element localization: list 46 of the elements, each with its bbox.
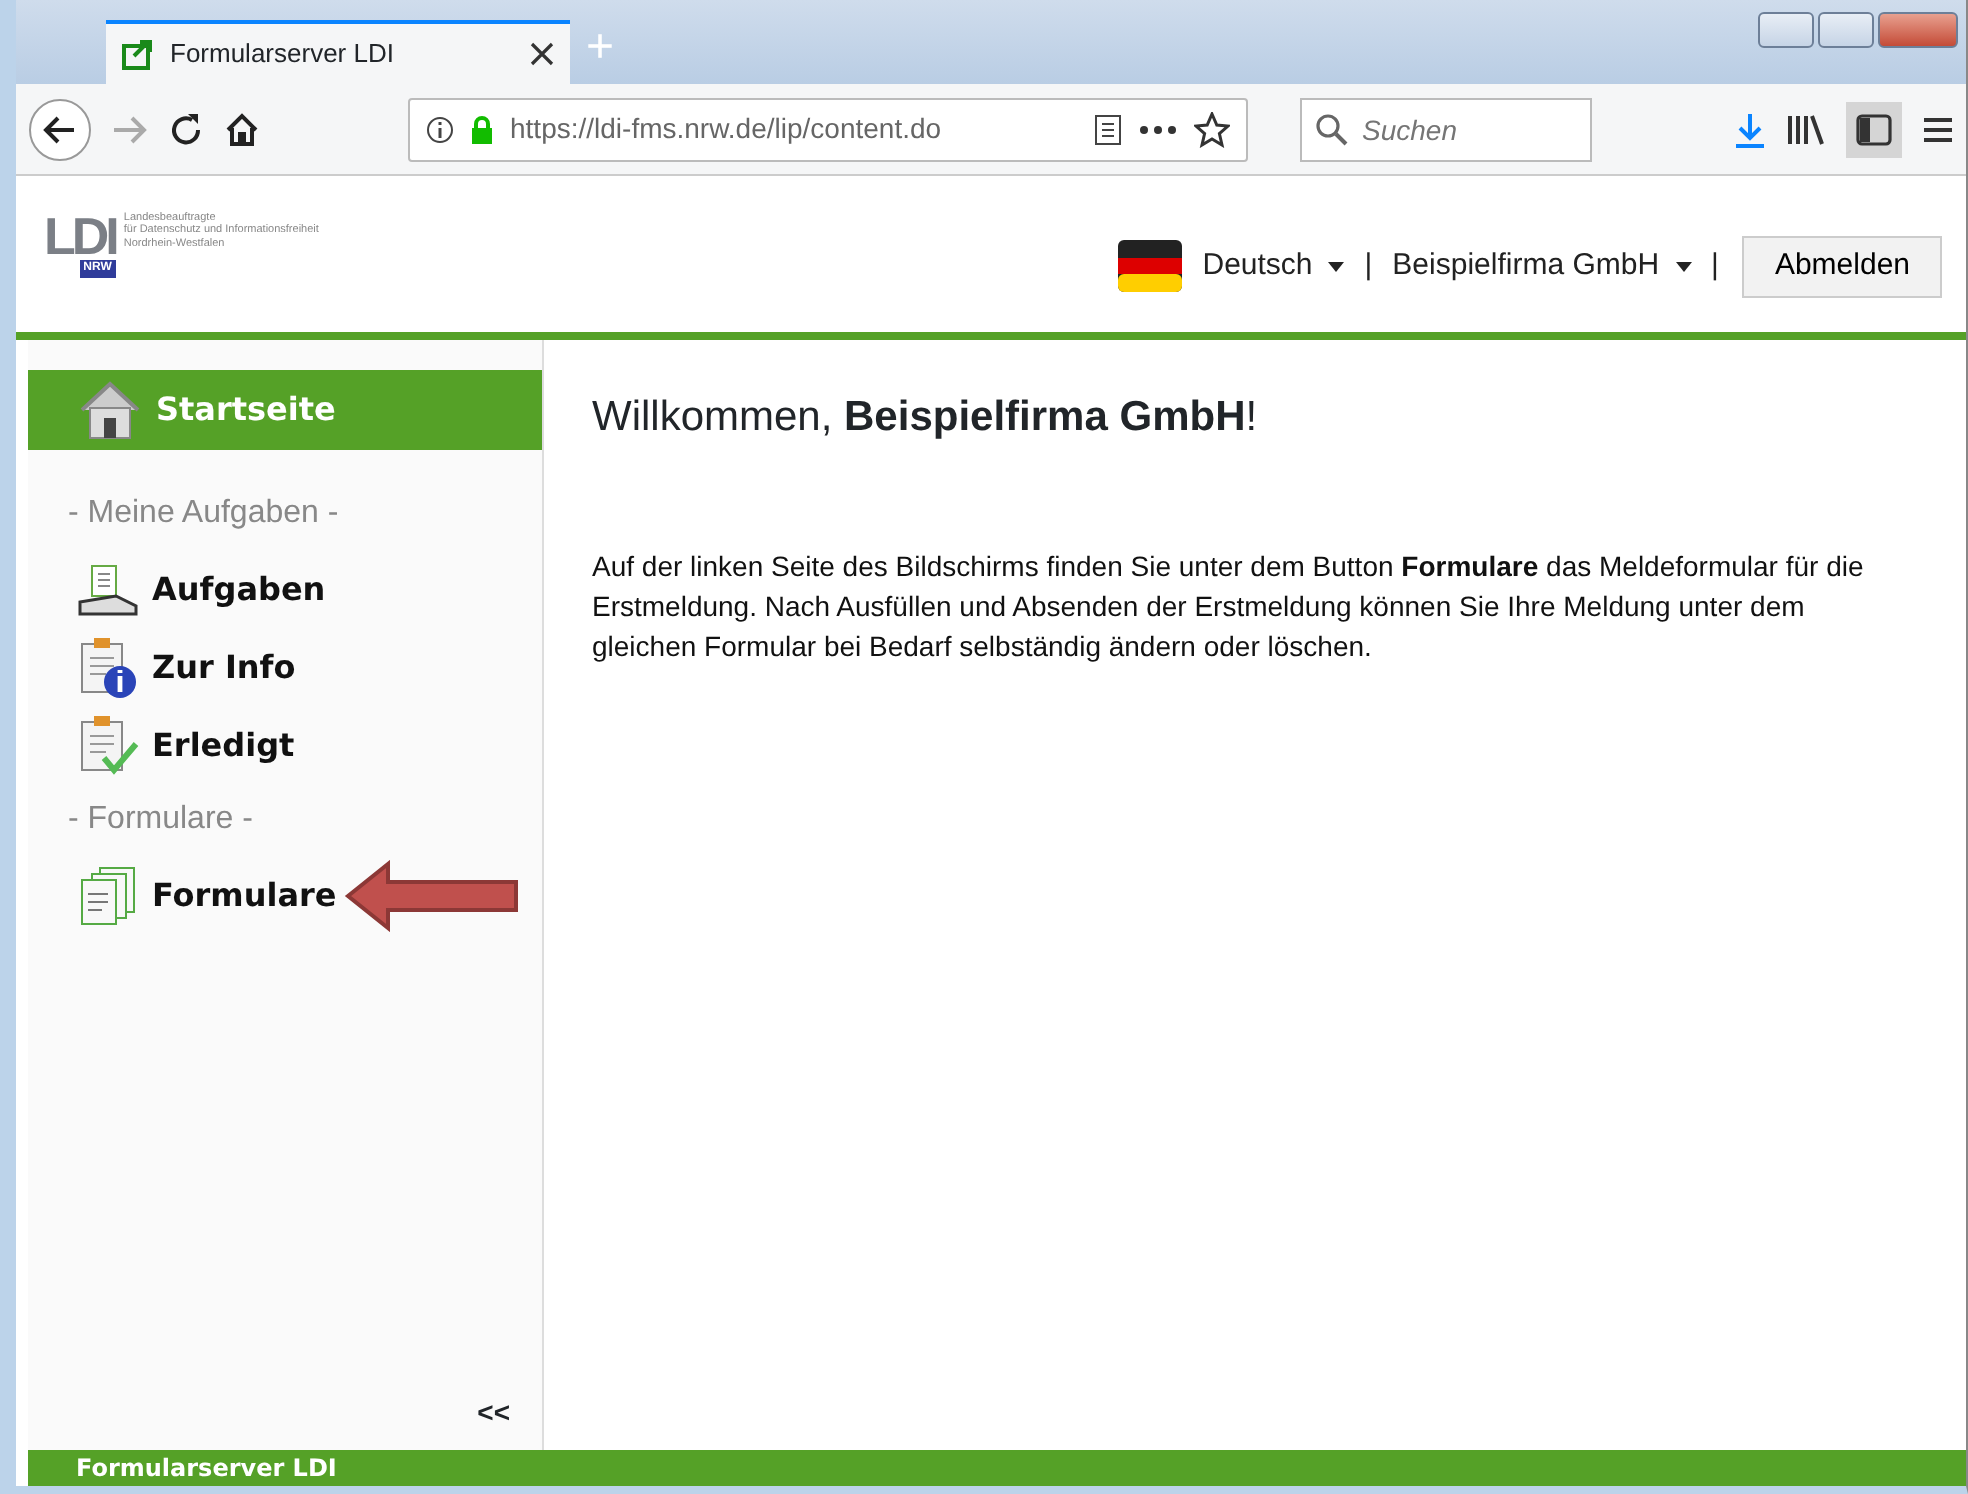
scanner-icon: [76, 561, 140, 617]
footer-title: Formularserver LDI: [28, 1450, 1966, 1486]
sidebar-item[interactable]: Formulare: [28, 856, 345, 934]
reload-icon[interactable]: [168, 111, 204, 147]
section-heading: - Meine Aufgaben -: [66, 494, 341, 534]
library-icon[interactable]: [1786, 113, 1826, 145]
minimize-button[interactable]: [1758, 12, 1814, 48]
tab-favicon-icon: [122, 38, 154, 70]
company-dropdown[interactable]: Beispielfirma GmbH: [1392, 244, 1692, 289]
logo-mark: LDI: [44, 212, 116, 260]
back-icon[interactable]: [28, 97, 92, 161]
separator: |: [1364, 246, 1373, 286]
star-icon[interactable]: [1194, 111, 1230, 147]
tab-title: Formularserver LDI: [170, 36, 396, 73]
german-flag-icon: [1118, 240, 1183, 293]
language-dropdown[interactable]: Deutsch: [1202, 244, 1345, 289]
caret-icon: [1328, 261, 1345, 272]
home-icon: [76, 380, 144, 440]
intro-paragraph: Auf der linken Seite des Bildschirms finden Sie unter dem Button Formulare das Meldeformular für die Erstmeldung. Nach Ausfüllen und Absenden der Erstmeldung können Sie Ihre Meldung unter dem gleichen Formular bei Bedarf selbständig ändern oder löschen.: [592, 548, 1866, 667]
url-text: https://ldi-fms.nrw.de/lip/content.do: [510, 110, 944, 148]
home-icon[interactable]: [224, 111, 260, 147]
section-heading: - Formulare -: [66, 800, 255, 840]
menu-icon[interactable]: [1922, 115, 1954, 143]
clipboard-info-icon: [76, 635, 140, 699]
separator: |: [1711, 246, 1719, 286]
documents-icon: [76, 863, 140, 927]
sidebar-icon[interactable]: [1846, 101, 1902, 157]
sidebar-item[interactable]: Zur Info: [28, 628, 542, 706]
clipboard-check-icon: [76, 713, 140, 777]
reader-icon[interactable]: [1094, 113, 1122, 145]
maximize-button[interactable]: [1818, 12, 1874, 48]
sidebar-item[interactable]: Aufgaben: [28, 550, 542, 628]
download-icon[interactable]: [1734, 111, 1766, 147]
browser-tab[interactable]: Formularserver LDI: [106, 20, 570, 84]
more-icon[interactable]: [1138, 123, 1178, 135]
caret-icon: [1675, 261, 1692, 272]
collapse-button[interactable]: <<: [477, 1392, 510, 1434]
welcome-heading: Willkommen, Beispielfirma GmbH!: [592, 392, 1260, 443]
logout-button[interactable]: Abmelden: [1742, 236, 1942, 297]
search-icon: [1316, 113, 1348, 145]
lock-icon: [470, 115, 494, 143]
address-field[interactable]: https://ldi-fms.nrw.de/lip/content.do: [408, 97, 1248, 161]
close-icon[interactable]: [530, 42, 554, 66]
sidebar-item[interactable]: Erledigt: [28, 706, 542, 784]
info-icon: [426, 115, 454, 143]
search-field[interactable]: Suchen: [1300, 97, 1592, 161]
